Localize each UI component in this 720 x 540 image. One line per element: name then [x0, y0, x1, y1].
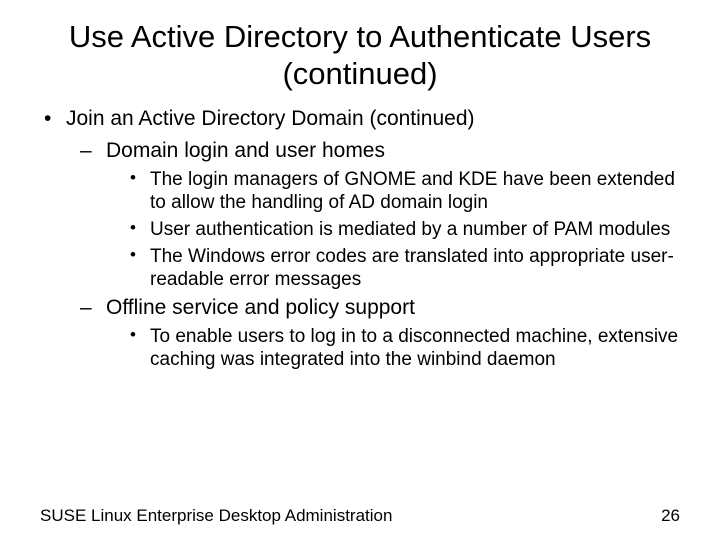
bullet-item: The login managers of GNOME and KDE have… — [128, 168, 680, 214]
bullet-item: To enable users to log in to a disconnec… — [128, 325, 680, 371]
slide-body: Join an Active Directory Domain (continu… — [0, 100, 720, 371]
bullet-text: The login managers of GNOME and KDE have… — [150, 169, 675, 213]
bullet-text: User authentication is mediated by a num… — [150, 219, 670, 240]
bullet-text: Join an Active Directory Domain (continu… — [66, 107, 475, 130]
bullet-list-level3: To enable users to log in to a disconnec… — [106, 325, 680, 371]
bullet-list-level2: Domain login and user homes The login ma… — [66, 138, 680, 371]
bullet-item: User authentication is mediated by a num… — [128, 218, 680, 241]
bullet-text: The Windows error codes are translated i… — [150, 246, 674, 290]
page-number: 26 — [661, 506, 680, 526]
slide-footer: SUSE Linux Enterprise Desktop Administra… — [0, 506, 720, 526]
bullet-item: The Windows error codes are translated i… — [128, 245, 680, 291]
bullet-item: Offline service and policy support To en… — [80, 295, 680, 371]
bullet-item: Join an Active Directory Domain (continu… — [40, 106, 680, 371]
slide-title: Use Active Directory to Authenticate Use… — [0, 0, 720, 100]
footer-text: SUSE Linux Enterprise Desktop Administra… — [40, 506, 392, 526]
bullet-text: Offline service and policy support — [106, 296, 415, 319]
bullet-list-level1: Join an Active Directory Domain (continu… — [40, 106, 680, 371]
bullet-item: Domain login and user homes The login ma… — [80, 138, 680, 291]
bullet-text: To enable users to log in to a disconnec… — [150, 326, 678, 370]
bullet-text: Domain login and user homes — [106, 139, 385, 162]
slide: Use Active Directory to Authenticate Use… — [0, 0, 720, 540]
bullet-list-level3: The login managers of GNOME and KDE have… — [106, 168, 680, 292]
